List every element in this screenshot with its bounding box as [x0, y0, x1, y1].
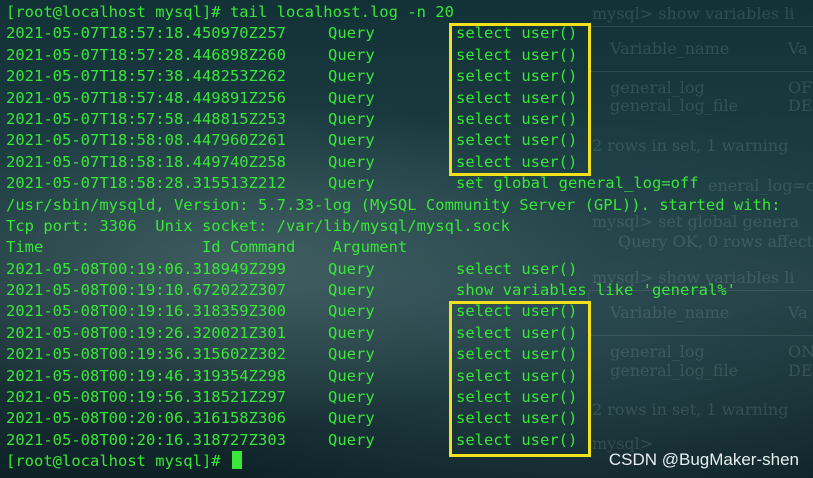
socket-line: Tcp port: 3306 Unix socket: /var/lib/mys…	[6, 216, 813, 237]
log-thread-id: 257	[258, 24, 286, 43]
log-thread-id: 302	[258, 345, 286, 364]
log-argument: show variables like 'general%'	[456, 281, 736, 300]
log-timestamp: 2021-05-08T00:19:56.318521Z	[6, 388, 258, 407]
log-command: Query	[328, 174, 375, 193]
log-row: 2021-05-08T00:19:56.318521Z 297 Query selec…	[6, 387, 813, 408]
server-info-line: /usr/sbin/mysqld, Version: 5.7.33-log (M…	[6, 195, 813, 216]
log-argument: select user()	[456, 323, 578, 342]
log-timestamp: 2021-05-08T00:20:16.318727Z	[6, 430, 258, 449]
log-argument: select user()	[456, 302, 578, 321]
log-timestamp: 2021-05-07T18:57:48.449891Z	[6, 88, 258, 107]
log-timestamp: 2021-05-07T18:58:28.315513Z	[6, 174, 258, 193]
log-row: 2021-05-07T18:57:58.448815Z 253 Query selec…	[6, 109, 813, 130]
shell-command: [root@localhost mysql]# tail localhost.l…	[6, 3, 454, 21]
log-argument: select user()	[456, 409, 578, 428]
log-row: 2021-05-08T00:19:10.672022Z 307 Query show …	[6, 280, 813, 301]
log-thread-id: 306	[258, 409, 286, 428]
socket-text: Tcp port: 3306 Unix socket: /var/lib/mys…	[6, 216, 510, 235]
log-block-first: 2021-05-07T18:57:18.450970Z 257 Query selec…	[6, 23, 813, 194]
log-command: Query	[328, 345, 375, 364]
log-timestamp: 2021-05-08T00:19:06.318949Z	[6, 259, 258, 278]
log-timestamp: 2021-05-07T18:57:28.446898Z	[6, 45, 258, 64]
shell-prompt: [root@localhost mysql]#	[6, 452, 230, 471]
log-argument: select user()	[456, 24, 578, 43]
log-row: 2021-05-07T18:57:48.449891Z 256 Query selec…	[6, 88, 813, 109]
log-command: Query	[328, 388, 375, 407]
log-row: 2021-05-07T18:57:38.448253Z 262 Query selec…	[6, 66, 813, 87]
log-thread-id: 260	[258, 45, 286, 64]
log-timestamp: 2021-05-07T18:57:38.448253Z	[6, 67, 258, 86]
log-thread-id: 212	[258, 174, 286, 193]
log-row: 2021-05-08T00:19:26.320021Z 301 Query selec…	[6, 323, 813, 344]
log-thread-id: 301	[258, 323, 286, 342]
log-row: 2021-05-07T18:57:18.450970Z 257 Query selec…	[6, 23, 813, 44]
log-command: Query	[328, 409, 375, 428]
watermark: CSDN @BugMaker-shen	[608, 450, 799, 469]
log-timestamp: 2021-05-08T00:19:10.672022Z	[6, 281, 258, 300]
log-row: 2021-05-07T18:57:28.446898Z 260 Query selec…	[6, 45, 813, 66]
log-command: Query	[328, 131, 375, 150]
log-argument: select user()	[456, 388, 578, 407]
log-argument: select user()	[456, 88, 578, 107]
log-command: Query	[328, 67, 375, 86]
log-row: 2021-05-08T00:20:16.318727Z 303 Query selec…	[6, 430, 813, 451]
log-row: 2021-05-08T00:20:06.316158Z 306 Query selec…	[6, 408, 813, 429]
log-argument: select user()	[456, 45, 578, 64]
terminal-cursor[interactable]	[231, 451, 242, 470]
log-thread-id: 298	[258, 366, 286, 385]
log-row: 2021-05-08T00:19:36.315602Z 302 Query selec…	[6, 344, 813, 365]
log-command: Query	[328, 109, 375, 128]
terminal-output[interactable]: [root@localhost mysql]# tail localhost.l…	[6, 2, 813, 473]
log-thread-id: 299	[258, 259, 286, 278]
log-command: Query	[328, 366, 375, 385]
log-thread-id: 262	[258, 67, 286, 86]
log-timestamp: 2021-05-08T00:19:46.319354Z	[6, 366, 258, 385]
log-row: 2021-05-07T18:58:28.315513Z 212 Query set g…	[6, 173, 813, 194]
log-argument: select user()	[456, 109, 578, 128]
log-argument: select user()	[456, 366, 578, 385]
log-thread-id: 297	[258, 388, 286, 407]
log-thread-id: 300	[258, 302, 286, 321]
log-timestamp: 2021-05-08T00:19:36.315602Z	[6, 345, 258, 364]
log-argument: set global general_log=off	[456, 174, 699, 193]
log-command: Query	[328, 302, 375, 321]
command-line: [root@localhost mysql]# tail localhost.l…	[6, 2, 813, 23]
log-argument: select user()	[456, 430, 578, 449]
log-argument: select user()	[456, 67, 578, 86]
log-timestamp: 2021-05-07T18:57:18.450970Z	[6, 24, 258, 43]
log-command: Query	[328, 24, 375, 43]
server-info-text: /usr/sbin/mysqld, Version: 5.7.33-log (M…	[6, 195, 781, 214]
log-row: 2021-05-08T00:19:06.318949Z 299 Query selec…	[6, 259, 813, 280]
log-command: Query	[328, 430, 375, 449]
log-thread-id: 261	[258, 131, 286, 150]
log-argument: select user()	[456, 345, 578, 364]
log-argument: select user()	[456, 131, 578, 150]
log-thread-id: 256	[258, 88, 286, 107]
log-timestamp: 2021-05-08T00:20:06.316158Z	[6, 409, 258, 428]
log-row: 2021-05-08T00:19:46.319354Z 298 Query selec…	[6, 366, 813, 387]
log-thread-id: 258	[258, 152, 286, 171]
log-timestamp: 2021-05-07T18:57:58.448815Z	[6, 109, 258, 128]
log-block-second: 2021-05-08T00:19:06.318949Z 299 Query selec…	[6, 259, 813, 452]
log-command: Query	[328, 323, 375, 342]
log-command: Query	[328, 259, 375, 278]
column-header-text: Time Id Command Argument	[6, 238, 408, 257]
log-timestamp: 2021-05-07T18:58:18.449740Z	[6, 152, 258, 171]
log-argument: select user()	[456, 152, 578, 171]
log-row: 2021-05-07T18:58:08.447960Z 261 Query selec…	[6, 130, 813, 151]
log-command: Query	[328, 88, 375, 107]
log-row: 2021-05-07T18:58:18.449740Z 258 Query selec…	[6, 152, 813, 173]
log-command: Query	[328, 152, 375, 171]
log-timestamp: 2021-05-08T00:19:16.318359Z	[6, 302, 258, 321]
log-thread-id: 303	[258, 430, 286, 449]
log-thread-id: 253	[258, 109, 286, 128]
column-header-line: Time Id Command Argument	[6, 237, 813, 258]
log-command: Query	[328, 281, 375, 300]
log-row: 2021-05-08T00:19:16.318359Z 300 Query selec…	[6, 301, 813, 322]
log-argument: select user()	[456, 259, 578, 278]
log-timestamp: 2021-05-08T00:19:26.320021Z	[6, 323, 258, 342]
log-command: Query	[328, 45, 375, 64]
log-timestamp: 2021-05-07T18:58:08.447960Z	[6, 131, 258, 150]
log-thread-id: 307	[258, 281, 286, 300]
